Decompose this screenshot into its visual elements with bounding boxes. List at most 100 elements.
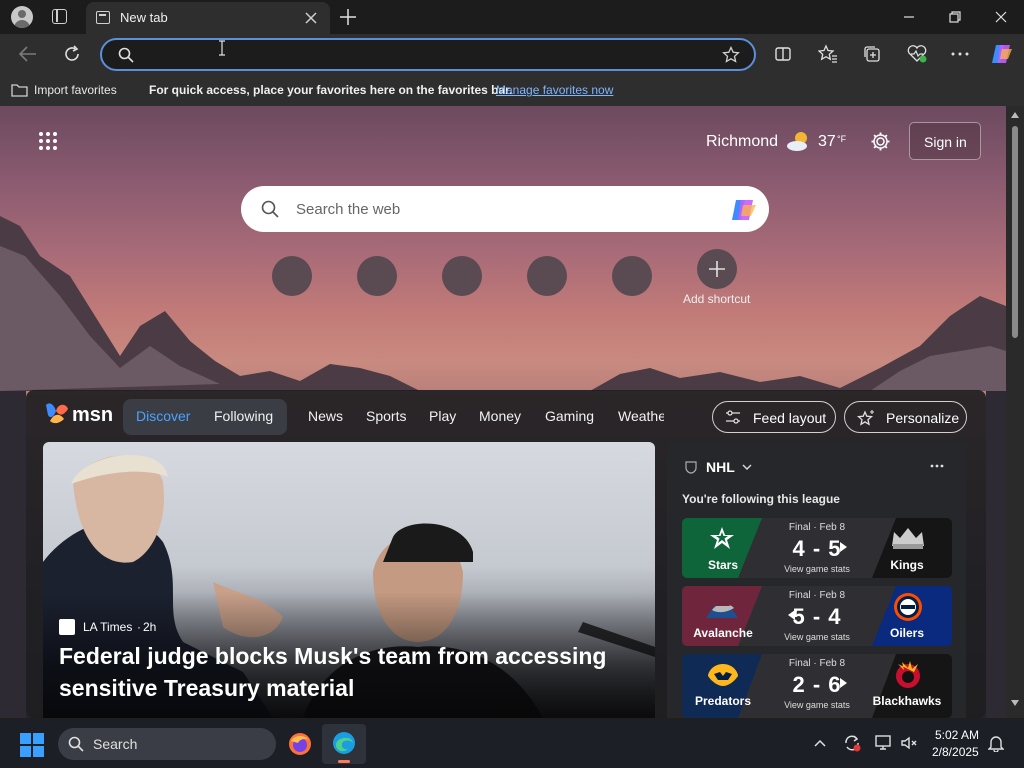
personalize-button[interactable]: Personalize <box>844 401 967 433</box>
import-favorites-icon <box>11 82 28 97</box>
title-bar: New tab <box>0 0 1024 34</box>
favorites-icon[interactable] <box>818 44 838 64</box>
apps-grid-icon[interactable] <box>38 131 58 151</box>
restore-button[interactable] <box>948 10 962 24</box>
view-game-stats-link[interactable]: View game stats <box>772 700 862 710</box>
copilot-icon[interactable] <box>990 43 1014 65</box>
edge-taskbar-button[interactable] <box>322 724 366 764</box>
game-card-3[interactable]: Predators Blackhawks Final · Feb 8 2 - 6… <box>682 654 952 718</box>
weather-widget[interactable]: Richmond 37 °F <box>706 130 856 154</box>
browser-essentials-icon[interactable] <box>906 44 928 64</box>
scroll-down-arrow-icon[interactable] <box>1011 700 1019 706</box>
show-hidden-icons-chevron-icon[interactable] <box>814 739 826 747</box>
sign-in-label: Sign in <box>924 134 967 150</box>
scroll-up-arrow-icon[interactable] <box>1011 112 1019 118</box>
split-screen-icon[interactable] <box>774 45 792 63</box>
away-team-name: Blackhawks <box>872 694 942 708</box>
web-search-box[interactable]: Search the web <box>241 186 769 232</box>
collections-icon[interactable] <box>862 44 882 64</box>
sign-in-button[interactable]: Sign in <box>909 122 981 160</box>
address-bar[interactable] <box>100 38 756 71</box>
back-button[interactable] <box>18 45 38 63</box>
minimize-button[interactable] <box>902 10 916 24</box>
nav-sports[interactable]: Sports <box>366 408 406 424</box>
away-team-name: Oilers <box>889 626 925 640</box>
sliders-icon <box>725 410 741 424</box>
taskbar-search-box[interactable]: Search <box>58 728 276 760</box>
close-tab-icon[interactable] <box>304 11 318 25</box>
game-status: Final · Feb 8 <box>788 590 846 601</box>
shortcut-tile-4[interactable] <box>527 256 567 296</box>
hero-source: LA Times <box>83 620 133 634</box>
nav-play[interactable]: Play <box>429 408 456 424</box>
tab-discover[interactable]: Discover <box>136 408 190 424</box>
hero-news-card[interactable]: LA Times · 2h Federal judge blocks Musk'… <box>43 442 655 718</box>
nav-gaming[interactable]: Gaming <box>545 408 594 424</box>
weather-temp: 37 <box>818 133 836 150</box>
web-search-placeholder: Search the web <box>296 201 401 218</box>
league-name[interactable]: NHL <box>706 459 735 475</box>
new-tab-button[interactable] <box>339 8 357 26</box>
windows-start-icon[interactable] <box>20 733 44 757</box>
scrollbar-thumb[interactable] <box>1012 126 1018 338</box>
firefox-icon[interactable] <box>288 732 312 756</box>
nav-news[interactable]: News <box>308 408 343 424</box>
hero-age: 2h <box>143 620 157 634</box>
import-favorites-button[interactable]: Import favorites <box>34 83 117 97</box>
chevron-down-icon[interactable] <box>742 463 752 471</box>
view-game-stats-link[interactable]: View game stats <box>772 564 862 574</box>
page-settings-gear-icon[interactable] <box>870 131 891 152</box>
close-window-button[interactable] <box>994 10 1008 24</box>
volume-muted-icon[interactable] <box>900 734 918 752</box>
home-team-name: Avalanche <box>693 626 753 640</box>
notifications-bell-icon[interactable] <box>988 734 1004 752</box>
profile-avatar[interactable] <box>11 6 33 28</box>
favorites-bar: Import favorites For quick access, place… <box>0 74 1024 106</box>
feed-layout-button[interactable]: Feed layout <box>712 401 836 433</box>
tab-new-tab[interactable]: New tab <box>86 2 330 34</box>
predators-logo-icon <box>706 662 740 688</box>
manage-favorites-link[interactable]: Manage favorites now <box>496 83 613 97</box>
nav-weather[interactable]: Weathe <box>618 408 664 424</box>
game-status: Final · Feb 8 <box>788 658 846 669</box>
game-card-1[interactable]: Stars Kings Final · Feb 8 4 - 5 View gam… <box>682 518 952 578</box>
tab-actions-icon[interactable] <box>52 9 67 24</box>
personalize-label: Personalize <box>886 410 960 426</box>
shortcut-tile-1[interactable] <box>272 256 312 296</box>
page-scrollbar[interactable] <box>1006 106 1024 718</box>
view-game-stats-link[interactable]: View game stats <box>772 632 862 642</box>
tab-following[interactable]: Following <box>214 408 273 424</box>
settings-and-more-icon[interactable] <box>951 52 969 56</box>
tab-title: New tab <box>120 10 168 25</box>
league-subtitle: You're following this league <box>682 492 840 506</box>
game-score: 4 - 5 <box>792 536 842 561</box>
shortcut-tile-2[interactable] <box>357 256 397 296</box>
search-icon <box>118 47 134 63</box>
hero-headline[interactable]: Federal judge blocks Musk's team from ac… <box>59 640 639 704</box>
sync-status-icon[interactable] <box>843 734 861 752</box>
new-tab-page-icon <box>96 11 110 24</box>
shortcut-tile-3[interactable] <box>442 256 482 296</box>
new-tab-page: Richmond 37 °F Sign in Search the web Ad… <box>0 106 1024 718</box>
home-team-name: Stars <box>707 558 739 572</box>
network-icon[interactable] <box>874 734 894 752</box>
home-team-name: Predators <box>694 694 752 708</box>
refresh-button[interactable] <box>62 44 82 64</box>
source-logo-icon <box>59 619 75 635</box>
clock-date[interactable]: 2/8/2025 <box>932 745 979 759</box>
windows-taskbar: Search 5:02 AM 2/8/2025 <box>0 720 1024 768</box>
add-favorite-star-icon[interactable] <box>722 46 740 64</box>
copilot-search-icon[interactable] <box>729 197 759 223</box>
feed-layout-label: Feed layout <box>753 410 827 426</box>
hockey-league-icon <box>684 460 698 474</box>
hero-headline-line-1: Federal judge blocks Musk's team from ac… <box>59 643 607 669</box>
more-options-icon[interactable] <box>930 464 944 468</box>
oilers-logo-icon <box>893 592 923 622</box>
add-shortcut-button[interactable] <box>697 249 737 289</box>
sparkle-star-icon <box>857 409 875 427</box>
msn-logo-icon[interactable] <box>44 401 70 425</box>
nav-money[interactable]: Money <box>479 408 521 424</box>
game-card-2[interactable]: Avalanche Oilers Final · Feb 8 5 - 4 Vie… <box>682 586 952 646</box>
shortcut-tile-5[interactable] <box>612 256 652 296</box>
clock-time[interactable]: 5:02 AM <box>935 728 979 742</box>
